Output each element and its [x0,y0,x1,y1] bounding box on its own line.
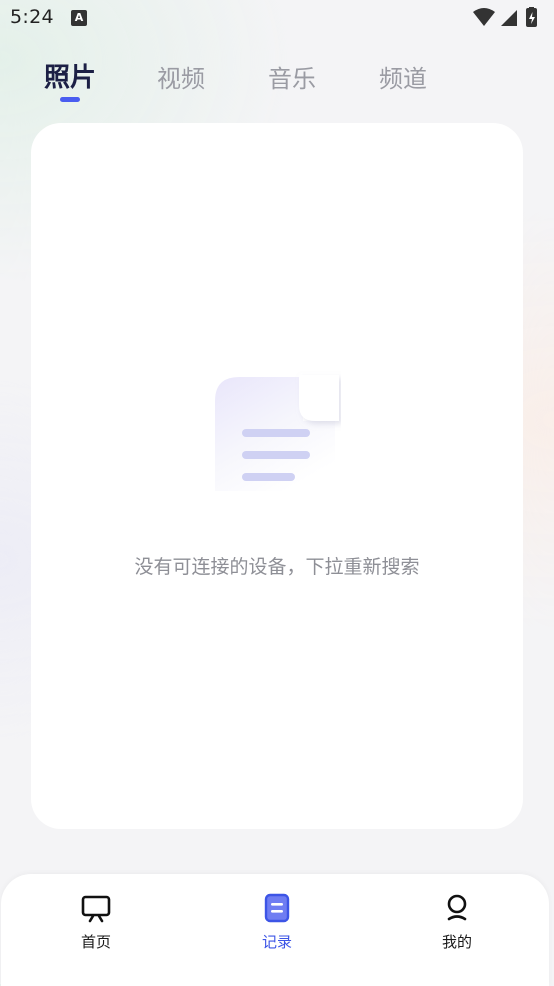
tab-music[interactable]: 音乐 [268,59,316,94]
record-icon [264,893,290,923]
nav-label-profile: 我的 [441,933,472,951]
nav-label-home: 首页 [80,933,111,951]
tv-icon [81,895,111,923]
tab-videos[interactable]: 视频 [157,59,205,94]
media-tabs: 照片 视频 音乐 频道 [0,54,554,104]
wifi-icon [473,8,495,26]
empty-state-message: 没有可连接的设备，下拉重新搜索 [134,556,420,578]
signal-icon [501,10,517,26]
tab-channels[interactable]: 频道 [379,59,427,94]
active-tab-indicator [60,97,80,102]
content-card[interactable]: 没有可连接的设备，下拉重新搜索 [31,123,523,829]
document-icon [215,375,339,491]
nav-item-home[interactable]: 首页 [46,892,146,952]
bottom-nav: 首页 记录 我的 [1,874,549,986]
status-bar: 5:24 A [0,0,554,36]
battery-charging-icon [526,7,537,27]
nav-item-profile[interactable]: 我的 [407,892,507,952]
nav-label-records: 记录 [261,933,292,951]
status-icons [473,7,537,27]
status-time: 5:24 [10,6,54,28]
tab-photos[interactable]: 照片 [44,57,96,94]
nav-item-records[interactable]: 记录 [227,892,327,952]
profile-icon [447,894,467,921]
notification-icon: A [71,10,87,26]
